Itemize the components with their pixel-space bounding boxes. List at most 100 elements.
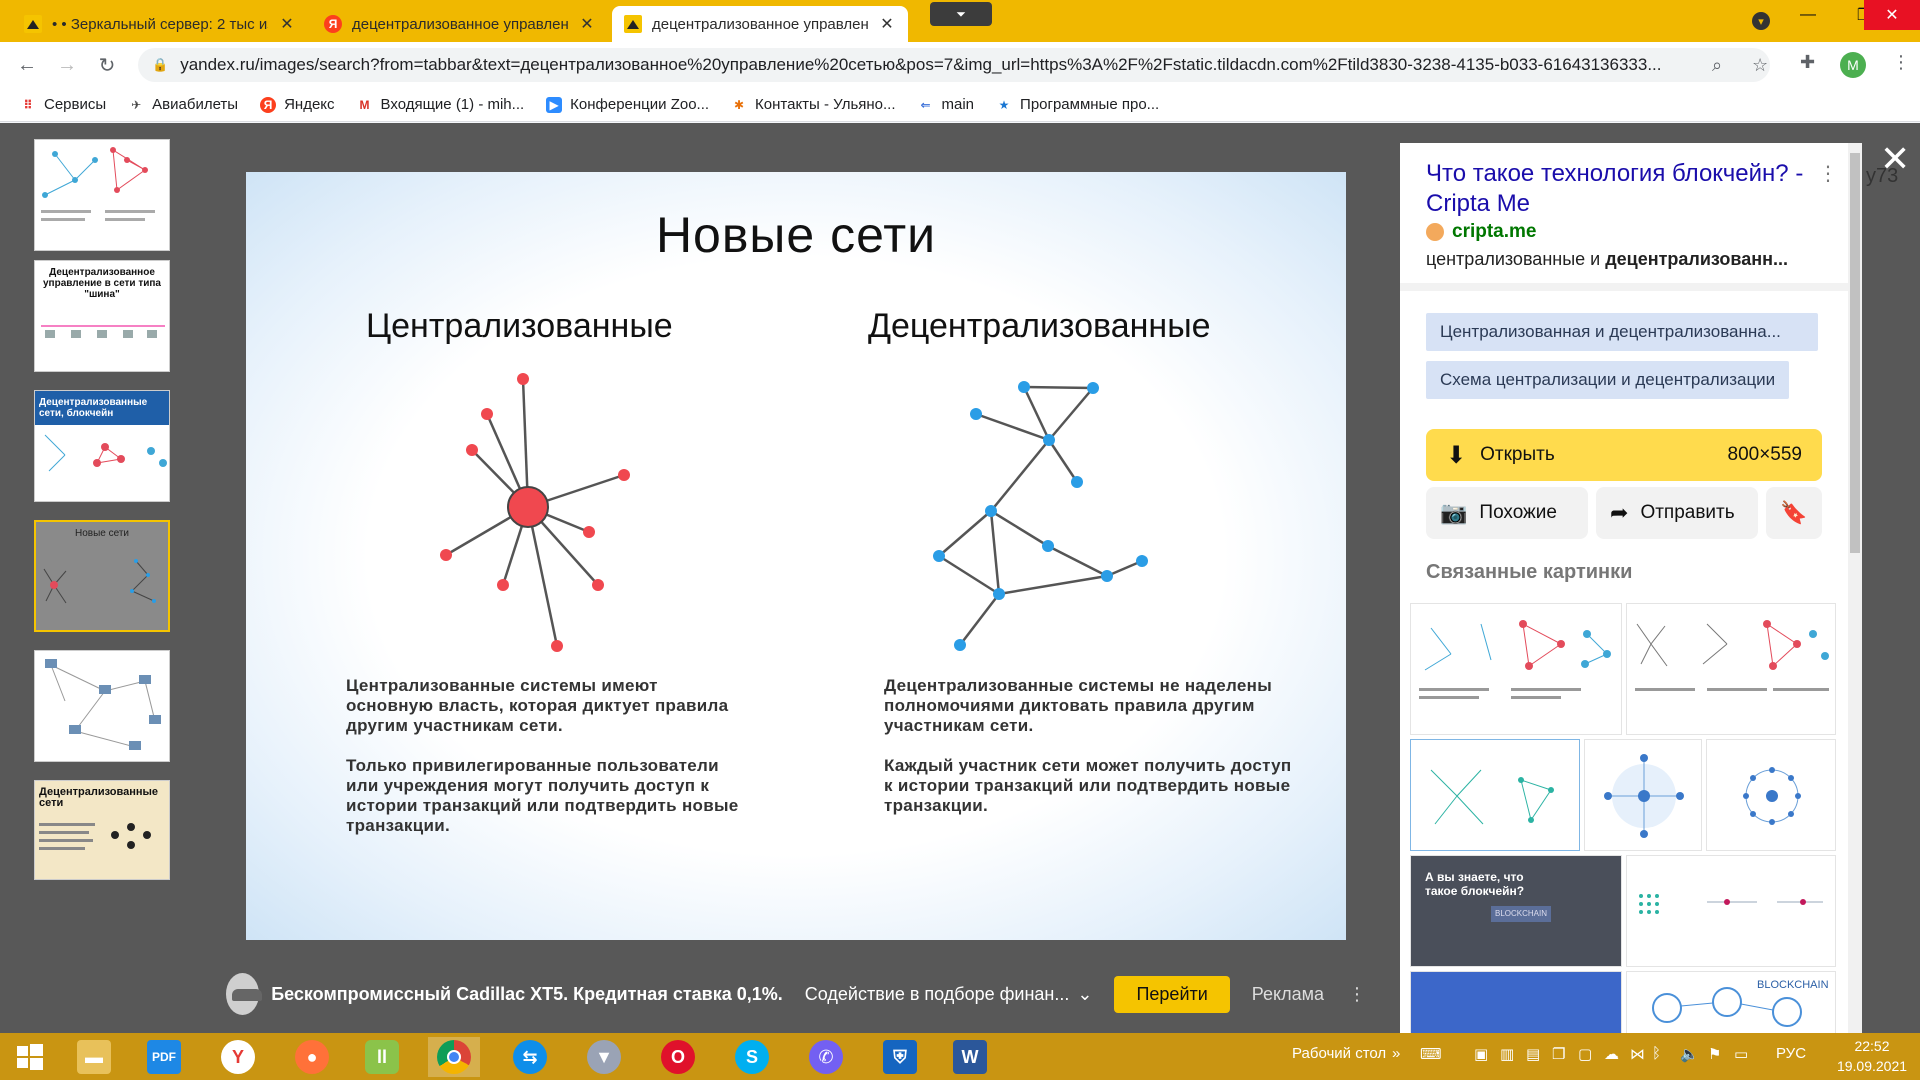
flag-icon[interactable]: ⚑	[1708, 1045, 1721, 1063]
extensions-icon[interactable]: ✚	[1800, 52, 1815, 73]
clock[interactable]: 22:52 19.09.2021	[1832, 1036, 1912, 1076]
chrome-icon[interactable]	[428, 1037, 480, 1077]
thumbnail-6[interactable]: Децентрализованные сети	[34, 780, 170, 880]
bookmark-main[interactable]: ⇐ main	[918, 96, 974, 113]
volume-icon[interactable]: 🔈	[1680, 1045, 1699, 1063]
thumbnail-4-selected[interactable]: Новые сети	[34, 520, 170, 632]
related-image-4[interactable]	[1584, 739, 1702, 851]
related-image-7[interactable]	[1626, 855, 1836, 967]
close-tab-icon[interactable]: ✕	[878, 14, 896, 34]
panel-scrollbar[interactable]	[1848, 143, 1862, 1033]
save-collection-button[interactable]: 🔖	[1766, 487, 1822, 539]
language-indicator[interactable]: РУС	[1776, 1045, 1806, 1062]
skype-icon[interactable]: S	[726, 1037, 778, 1077]
related-image-6[interactable]: А вы знаете, что такое блокчейн? BLOCKCH…	[1410, 855, 1622, 967]
close-tab-icon[interactable]: ✕	[278, 14, 296, 34]
display-icon[interactable]: ▤	[1526, 1045, 1540, 1063]
open-image-button[interactable]: ⬇ Открыть 800×559	[1426, 429, 1822, 481]
back-arrow-icon[interactable]: ←	[12, 50, 42, 80]
tab-title: децентрализованное управлени	[652, 15, 868, 33]
main-image[interactable]: Новые сети Централизованные Децентрализо…	[246, 172, 1346, 940]
related-image-8[interactable]	[1410, 971, 1622, 1033]
media-app-icon[interactable]: ll	[356, 1037, 408, 1077]
scrollbar-thumb[interactable]	[1850, 153, 1860, 553]
address-bar[interactable]: 🔒 yandex.ru/images/search?from=tabbar&te…	[138, 48, 1770, 82]
cloud-icon[interactable]: ☁	[1604, 1045, 1619, 1063]
related-image-9[interactable]: BLOCKCHAIN	[1626, 971, 1836, 1033]
minimize-button[interactable]: —	[1780, 0, 1836, 30]
close-tab-icon[interactable]: ✕	[578, 14, 596, 34]
firefox-icon[interactable]: ●	[286, 1037, 338, 1077]
thumbnail-label: Децентрализованное управление в сети тип…	[43, 267, 161, 300]
opera-icon[interactable]: O	[652, 1037, 704, 1077]
source-title-link[interactable]: Что такое технология блокчейн? - Cripta …	[1426, 159, 1806, 219]
bookmark-contacts[interactable]: ✱ Контакты - Ульяно...	[731, 96, 896, 113]
reload-icon[interactable]: ↻	[92, 50, 122, 80]
zoom-icon[interactable]: ⌕	[1712, 55, 1722, 76]
teamviewer-icon[interactable]: ⇆	[504, 1037, 556, 1077]
tab-yandex-images[interactable]: децентрализованное управлени ✕	[612, 6, 908, 42]
browser-menu-icon[interactable]: ⋮	[1892, 52, 1910, 73]
drive-icon[interactable]: ▢	[1578, 1045, 1592, 1063]
thumbnail-5[interactable]	[34, 650, 170, 762]
chevron-up-icon[interactable]: »	[1392, 1045, 1400, 1062]
related-image-2[interactable]	[1626, 603, 1836, 735]
file-explorer-icon[interactable]: ▬	[68, 1037, 120, 1077]
bookmark-zoom[interactable]: ▶ Конференции Zoo...	[546, 96, 709, 113]
close-window-button[interactable]: ✕	[1864, 0, 1920, 30]
apps-grid-icon: ⠿	[23, 97, 33, 112]
ad-banner[interactable]: Бескомпромиссный Cadillac XT5. Кредитная…	[226, 969, 1366, 1019]
thumbnail-3[interactable]: Децентрализованные сети, блокчейн	[34, 390, 170, 502]
network-icon[interactable]: ⋈	[1630, 1045, 1645, 1063]
bookmark-services[interactable]: ⠿ Сервисы	[20, 96, 106, 113]
ad-subtitle[interactable]: Содействие в подборе финан...	[805, 984, 1070, 1005]
chevron-down-icon[interactable]: ⌄	[1077, 984, 1092, 1005]
ad-menu-icon[interactable]: ⋮	[1348, 984, 1366, 1005]
gpu-icon[interactable]: ▥	[1500, 1045, 1514, 1063]
tab-mirror-server[interactable]: • • Зеркальный сервер: 2 тыс из ✕	[12, 6, 308, 42]
word-icon[interactable]: W	[944, 1037, 996, 1077]
keyboard-icon[interactable]: ⌨	[1420, 1045, 1442, 1063]
profile-indicator-icon[interactable]: ▾	[1752, 12, 1770, 30]
viber-icon[interactable]: ✆	[800, 1037, 852, 1077]
network-icon	[1639, 894, 1823, 914]
query-chip-1[interactable]: Централизованная и децентрализованна...	[1426, 313, 1818, 351]
yandex-icon: Я	[324, 15, 342, 33]
network-icon	[1604, 754, 1684, 838]
vpn-app-icon[interactable]: ▼	[578, 1037, 630, 1077]
forward-arrow-icon[interactable]: →	[52, 50, 82, 80]
similar-button[interactable]: 📷 Похожие	[1426, 487, 1588, 539]
security-shield-icon[interactable]: ⛨	[874, 1037, 926, 1077]
tray-app-icon[interactable]: ▣	[1474, 1045, 1488, 1063]
bluetooth-icon[interactable]: ᛒ	[1652, 1045, 1661, 1062]
windows-start-icon[interactable]	[4, 1037, 56, 1077]
thumbnail-2[interactable]: Децентрализованное управление в сети тип…	[34, 260, 170, 372]
lock-icon[interactable]: 🔒	[152, 57, 168, 73]
yandex-browser-icon[interactable]: Y	[212, 1037, 264, 1077]
desktop-label[interactable]: Рабочий стол	[1292, 1045, 1386, 1062]
site-domain[interactable]: cripta.me	[1452, 221, 1536, 243]
pdf-app-icon[interactable]: PDF	[138, 1037, 190, 1077]
battery-icon[interactable]: ▭	[1734, 1045, 1748, 1063]
tab-yandex-search[interactable]: Я децентрализованное управлени ✕	[312, 6, 608, 42]
avatar[interactable]: M	[1840, 52, 1866, 78]
related-image-3[interactable]	[1410, 739, 1580, 851]
copy-icon[interactable]: ❐	[1552, 1045, 1565, 1063]
bookmark-star-icon[interactable]: ☆	[1752, 55, 1768, 76]
car-icon	[226, 973, 263, 1015]
thumbnail-1[interactable]	[34, 139, 170, 251]
share-button[interactable]: ➦ Отправить	[1596, 487, 1758, 539]
related-image-5[interactable]	[1706, 739, 1836, 851]
ad-go-button[interactable]: Перейти	[1114, 975, 1230, 1013]
ad-title[interactable]: Бескомпромиссный Cadillac XT5. Кредитная…	[271, 984, 783, 1005]
query-chip-2[interactable]: Схема централизации и децентрализации	[1426, 361, 1790, 399]
related-image-1[interactable]	[1410, 603, 1622, 735]
bookmark-software[interactable]: ★ Программные про...	[996, 96, 1160, 113]
bookmark-gmail[interactable]: M Входящие (1) - mih...	[357, 96, 525, 113]
bookmark-yandex[interactable]: Я Яндекс	[260, 96, 335, 113]
url-text[interactable]: yandex.ru/images/search?from=tabbar&text…	[180, 55, 1680, 75]
tab-search-button[interactable]: ⏷	[930, 2, 992, 26]
bookmark-flights[interactable]: ✈ Авиабилеты	[128, 96, 238, 113]
more-options-icon[interactable]: ⋮	[1818, 161, 1838, 186]
source-site-link[interactable]: cripta.me	[1426, 221, 1536, 243]
